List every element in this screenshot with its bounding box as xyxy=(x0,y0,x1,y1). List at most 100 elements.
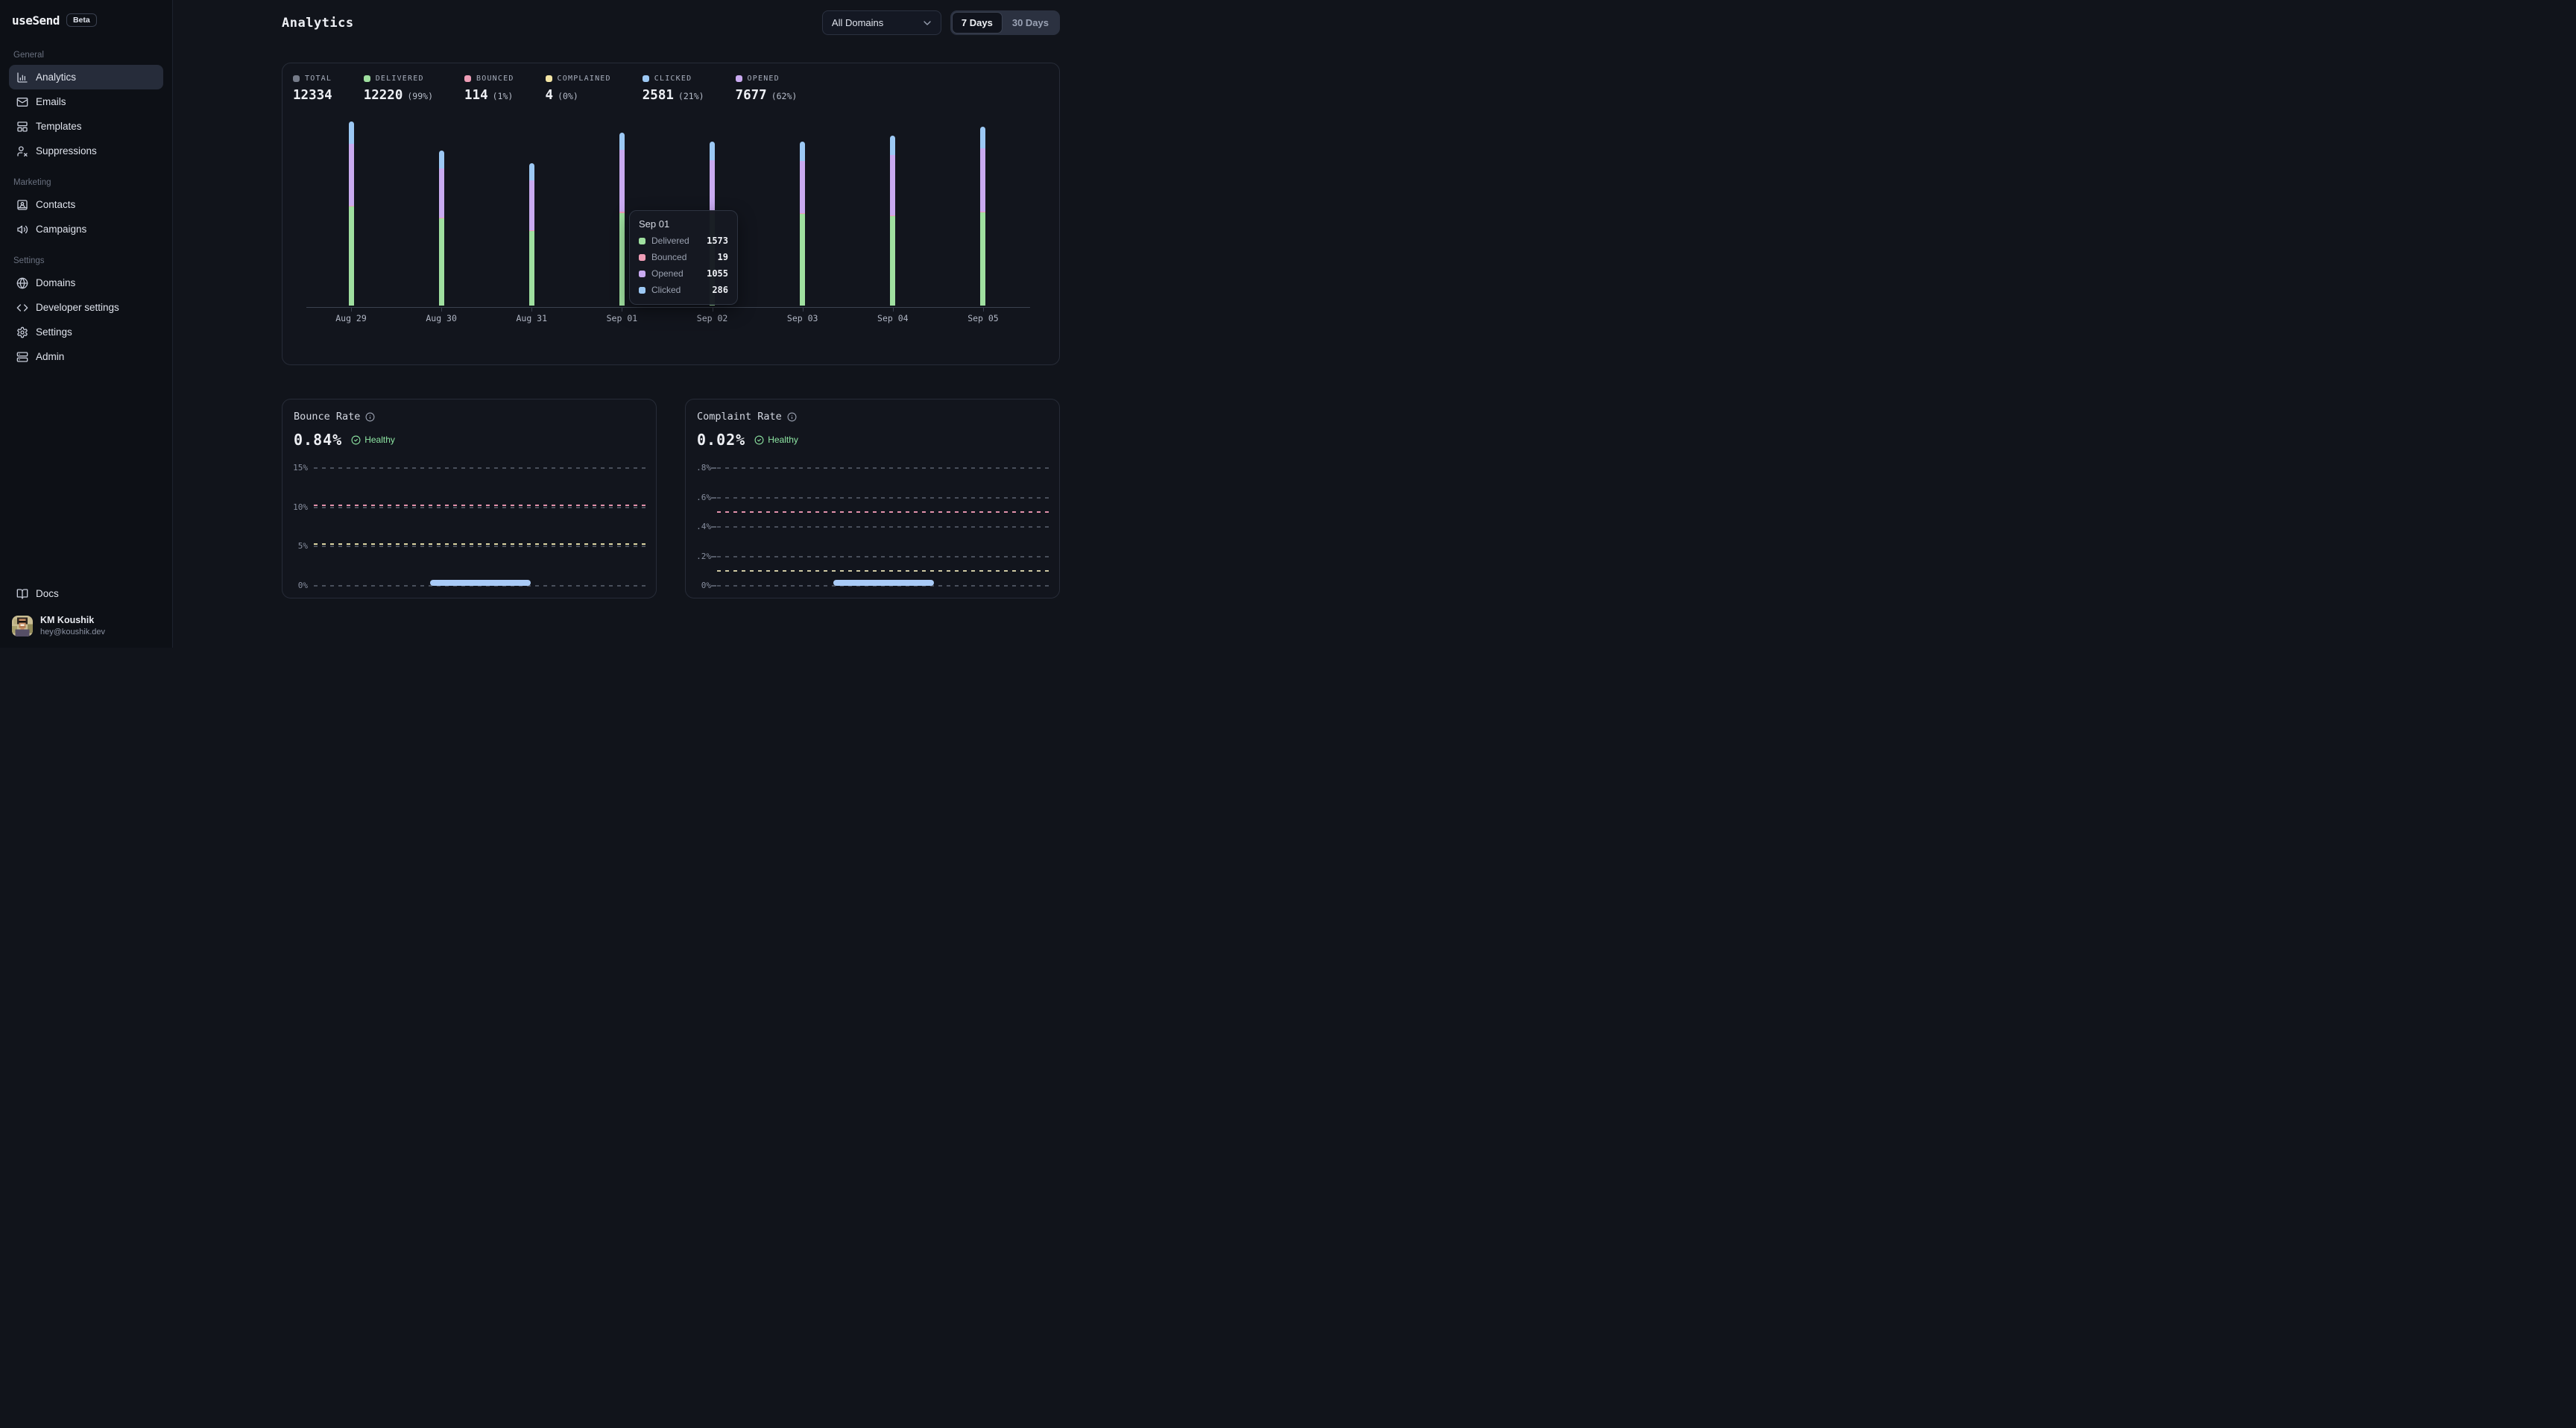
globe-icon xyxy=(16,277,28,289)
complaint-rate-title-row: Complaint Rate xyxy=(697,411,1048,423)
stat-total: TOTAL12334 xyxy=(293,75,332,103)
bar-segment-clicked xyxy=(980,127,985,148)
axis-tick xyxy=(711,526,716,528)
bar-segment-opened xyxy=(619,150,625,212)
y-axis-label: 0% xyxy=(282,581,308,590)
stat-percent: (62%) xyxy=(771,91,798,101)
sidebar-item-developer-settings[interactable]: Developer settings xyxy=(9,295,163,320)
x-axis-label: Sep 05 xyxy=(953,313,1013,323)
axis-tick xyxy=(711,497,716,499)
tooltip-date: Sep 01 xyxy=(639,218,728,230)
complaint-rate-card: Complaint Rate 0.02% Healthy .8%.6%.4%.2… xyxy=(685,399,1060,598)
sidebar-item-label: Admin xyxy=(36,351,64,362)
sidebar-item-emails[interactable]: Emails xyxy=(9,89,163,114)
sidebar: useSend Beta GeneralAnalyticsEmailsTempl… xyxy=(0,0,173,648)
x-axis-label: Sep 03 xyxy=(773,313,833,323)
bar-segment-delivered xyxy=(439,218,444,306)
avatar xyxy=(12,616,33,636)
tooltip-value: 1573 xyxy=(707,236,728,246)
gridline--8- xyxy=(717,467,1049,469)
bar-chart-icon xyxy=(16,72,28,83)
check-circle-icon xyxy=(351,435,361,445)
bar-segment-clicked xyxy=(710,142,715,160)
sidebar-item-docs[interactable]: Docs xyxy=(9,581,163,606)
sidebar-item-analytics[interactable]: Analytics xyxy=(9,65,163,89)
sidebar-item-contacts[interactable]: Contacts xyxy=(9,192,163,217)
stat-label: BOUNCED xyxy=(476,75,514,83)
sidebar-item-label: Domains xyxy=(36,277,75,288)
bar-segment-delivered xyxy=(529,231,534,306)
stat-percent: (0%) xyxy=(558,91,578,101)
tooltip-row-opened: Opened1055 xyxy=(639,268,728,279)
info-icon[interactable] xyxy=(365,412,375,422)
tooltip-row-clicked: Clicked 286 xyxy=(639,285,728,295)
tooltip-row-delivered: Delivered1573 xyxy=(639,236,728,246)
bar-segment-delivered xyxy=(619,213,625,306)
threshold-line xyxy=(717,570,1049,572)
bar-aug-29[interactable] xyxy=(349,121,354,306)
stat-label: CLICKED xyxy=(654,75,692,83)
bar-aug-31[interactable] xyxy=(529,163,534,306)
nav-section-label-settings: Settings xyxy=(13,256,159,265)
gridline-10- xyxy=(314,507,646,508)
bounce-rate-title: Bounce Rate xyxy=(294,411,360,423)
x-axis-label: Aug 30 xyxy=(411,313,471,323)
sidebar-item-label: Emails xyxy=(36,96,66,107)
sidebar-item-settings[interactable]: Settings xyxy=(9,320,163,344)
chevron-down-icon xyxy=(921,17,933,29)
bar-aug-30[interactable] xyxy=(439,151,444,306)
sidebar-item-campaigns[interactable]: Campaigns xyxy=(9,217,163,241)
threshold-line xyxy=(717,511,1049,513)
bar-sep-03[interactable] xyxy=(800,142,805,306)
complaint-health-badge: Healthy xyxy=(754,435,798,445)
x-axis-label: Sep 04 xyxy=(863,313,923,323)
tooltip-rows: Delivered1573Bounced19Opened1055Clicked2… xyxy=(639,236,728,295)
stat-dot xyxy=(643,75,649,82)
user-row[interactable]: KM Koushik hey@koushik.dev xyxy=(9,615,163,637)
sidebar-item-admin[interactable]: Admin xyxy=(9,344,163,369)
threshold-line xyxy=(314,505,646,506)
sidebar-item-label: Settings xyxy=(36,326,72,338)
server-icon xyxy=(16,351,28,363)
page-header: Analytics All Domains 7 Days30 Days xyxy=(282,10,1060,35)
axis-tick xyxy=(711,585,716,587)
bounce-rate-title-row: Bounce Rate xyxy=(294,411,645,423)
header-controls: All Domains 7 Days30 Days xyxy=(822,10,1060,35)
gear-icon xyxy=(16,326,28,338)
complaint-health-label: Healthy xyxy=(768,435,798,445)
x-axis-tick xyxy=(441,308,442,312)
sidebar-item-domains[interactable]: Domains xyxy=(9,271,163,295)
sidebar-item-label: Campaigns xyxy=(36,224,86,235)
info-icon[interactable] xyxy=(787,412,797,422)
sidebar-item-suppressions[interactable]: Suppressions xyxy=(9,139,163,163)
tooltip-color-chip xyxy=(639,254,645,261)
range-option-30-days[interactable]: 30 Days xyxy=(1003,12,1058,34)
complaint-rate-value-row: 0.02% Healthy xyxy=(697,431,1048,449)
y-axis-label: .8% xyxy=(686,463,711,473)
bar-sep-04[interactable] xyxy=(890,136,895,306)
gridline--2- xyxy=(717,556,1049,557)
y-axis-label: 15% xyxy=(282,463,308,473)
x-axis-tick xyxy=(351,308,352,312)
sidebar-item-templates[interactable]: Templates xyxy=(9,114,163,139)
tooltip-label: Clicked xyxy=(651,285,681,295)
bar-sep-01[interactable] xyxy=(619,133,625,306)
bar-segment-clicked xyxy=(529,163,534,180)
range-option-7-days[interactable]: 7 Days xyxy=(952,12,1003,34)
x-axis-label: Aug 31 xyxy=(502,313,561,323)
stat-value: 114 xyxy=(464,88,488,103)
mail-icon xyxy=(16,96,28,108)
bounce-rate-value: 0.84% xyxy=(294,431,342,449)
bar-sep-05[interactable] xyxy=(980,127,985,306)
stat-delivered: DELIVERED12220(99%) xyxy=(364,75,433,103)
code-icon xyxy=(16,302,28,314)
complaint-rate-value: 0.02% xyxy=(697,431,745,449)
tooltip-value: 286 xyxy=(712,285,728,295)
tooltip-value: 19 xyxy=(718,252,728,262)
stat-label: COMPLAINED xyxy=(558,75,611,83)
user-name: KM Koushik xyxy=(40,615,105,627)
stat-percent: (99%) xyxy=(407,91,433,101)
domain-filter-select[interactable]: All Domains xyxy=(822,10,941,35)
check-circle-icon xyxy=(754,435,764,445)
user-x-icon xyxy=(16,145,28,157)
